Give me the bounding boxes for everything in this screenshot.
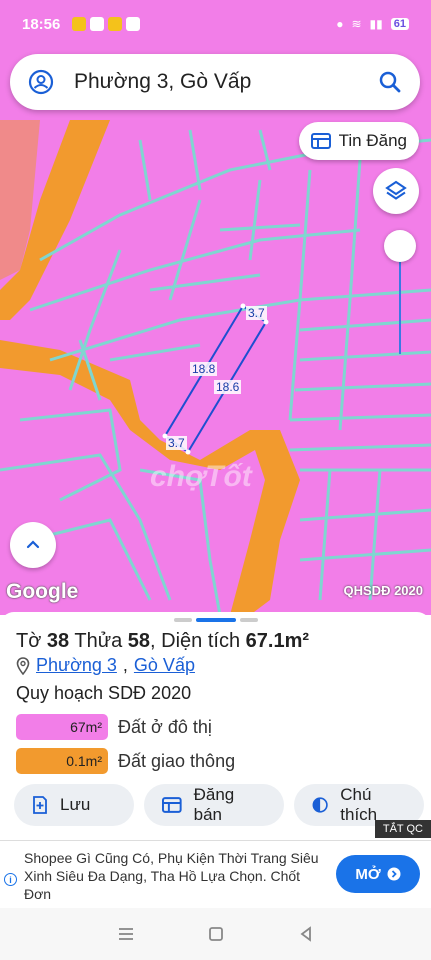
info-icon[interactable]: i xyxy=(4,873,17,886)
back-icon[interactable] xyxy=(298,926,314,942)
zoom-slider-handle[interactable] xyxy=(384,230,416,262)
tin-dang-label: Tin Đăng xyxy=(338,131,407,150)
layers-icon xyxy=(385,180,407,200)
status-right: ● ≋ ▮▮ 61 xyxy=(336,17,409,31)
to-value: 38 xyxy=(46,630,70,652)
signal-icon: ▮▮ xyxy=(369,17,383,31)
legend-value: 67m² xyxy=(70,719,102,735)
post-sale-label: Đăng bán xyxy=(193,785,235,824)
legend-label: Đất ở đô thị xyxy=(118,716,212,737)
status-bar: 18:56 ● ≋ ▮▮ 61 xyxy=(0,0,431,48)
notification-icons xyxy=(72,17,141,31)
add-bookmark-icon xyxy=(33,796,47,814)
zoom-slider-track[interactable] xyxy=(399,246,401,354)
dimension-bottom: 3.7 xyxy=(166,436,187,450)
battery-indicator: 61 xyxy=(390,18,409,30)
ad-open-label: MỞ xyxy=(355,865,381,883)
action-row: Lưu Đăng bán Chú thích xyxy=(14,784,424,826)
watermark: chợTốt xyxy=(150,460,252,493)
google-logo: Google xyxy=(6,580,79,603)
dimension-right: 18.6 xyxy=(214,380,242,394)
expand-up-button[interactable] xyxy=(10,522,56,568)
plan-title: Quy hoạch SDĐ 2020 xyxy=(16,683,192,703)
area-label: Diện tích xyxy=(161,630,241,652)
notification-icon xyxy=(90,17,105,31)
legend-label: Đất giao thông xyxy=(118,750,236,771)
notification-icon xyxy=(72,17,87,31)
ad-open-button[interactable]: MỞ xyxy=(336,855,420,893)
ad-text[interactable]: Shopee Gì Cũng Có, Phụ Kiện Thời Trang S… xyxy=(24,849,324,903)
listing-icon xyxy=(162,797,182,813)
account-pin-icon[interactable] xyxy=(28,69,54,95)
layers-button[interactable] xyxy=(373,168,419,214)
district-link[interactable]: Gò Vấp xyxy=(134,655,195,676)
search-text[interactable]: Phường 3, Gò Vấp xyxy=(74,70,378,94)
listing-icon xyxy=(310,133,331,149)
chevron-right-icon xyxy=(387,867,401,881)
ward-link[interactable]: Phường 3 xyxy=(36,655,117,676)
location-pin-icon xyxy=(16,656,30,675)
recent-apps-icon[interactable] xyxy=(117,926,135,942)
thua-label: Thửa xyxy=(74,630,123,652)
wifi-icon: ≋ xyxy=(351,17,362,31)
parcel-title: Tờ 38 Thửa 58, Diện tích 67.1m² xyxy=(16,630,310,652)
contrast-icon xyxy=(312,797,328,813)
parcel-info-sheet: Tờ 38 Thửa 58, Diện tích 67.1m² Phường 3… xyxy=(0,612,431,840)
legend-row: 67m² Đất ở đô thị xyxy=(16,714,212,740)
search-icon[interactable] xyxy=(378,70,402,94)
notification-icon xyxy=(108,17,123,31)
area-value: 67.1m² xyxy=(245,630,310,652)
dimension-left: 18.8 xyxy=(190,362,218,376)
to-label: Tờ xyxy=(16,630,42,652)
ad-banner[interactable]: i Shopee Gì Cũng Có, Phụ Kiện Thời Trang… xyxy=(0,840,431,908)
home-icon[interactable] xyxy=(208,926,224,942)
save-button[interactable]: Lưu xyxy=(14,784,134,826)
legend-value: 0.1m² xyxy=(66,753,102,769)
legend-button-label: Chú thích xyxy=(340,785,378,824)
location-icon: ● xyxy=(336,17,344,31)
map-layer-label: QHSDĐ 2020 xyxy=(343,583,423,598)
hide-ad-button[interactable]: TẮT QC xyxy=(374,820,431,838)
tin-dang-button[interactable]: Tin Đăng xyxy=(298,122,419,160)
system-nav-bar xyxy=(0,908,431,960)
legend-row: 0.1m² Đất giao thông xyxy=(16,748,235,774)
dimension-top: 3.7 xyxy=(246,306,267,320)
legend-swatch: 67m² xyxy=(16,714,108,740)
status-time: 18:56 xyxy=(22,15,61,33)
legend-swatch: 0.1m² xyxy=(16,748,108,774)
sheet-handle[interactable] xyxy=(174,618,258,622)
thua-value: 58 xyxy=(127,630,151,652)
save-label: Lưu xyxy=(60,795,91,814)
chevron-up-icon xyxy=(26,540,40,549)
address-line: Phường 3, Gò Vấp xyxy=(16,655,195,676)
post-sale-button[interactable]: Đăng bán xyxy=(144,784,284,826)
search-bar[interactable]: Phường 3, Gò Vấp xyxy=(10,54,420,110)
notification-icon xyxy=(126,17,141,31)
